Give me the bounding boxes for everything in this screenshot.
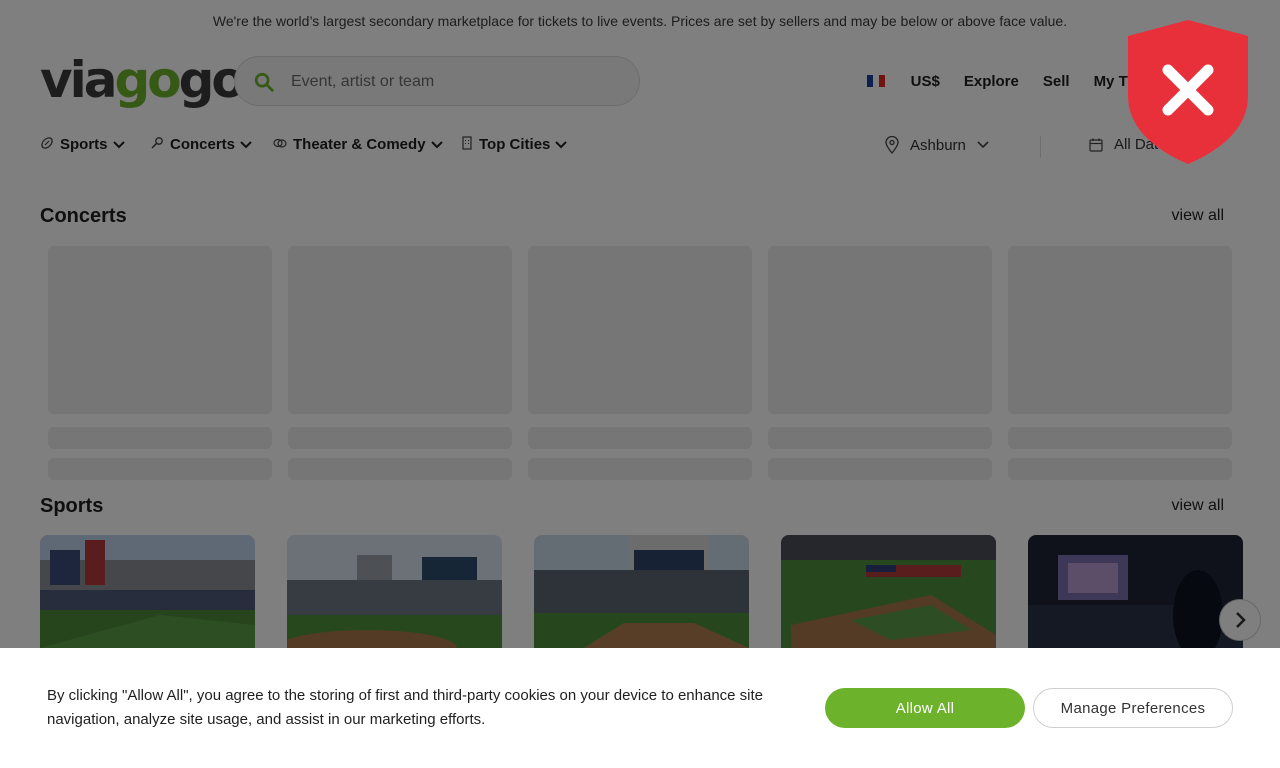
allow-all-button[interactable]: Allow All bbox=[825, 688, 1025, 728]
manage-preferences-button[interactable]: Manage Preferences bbox=[1033, 688, 1233, 728]
cookie-consent-banner: By clicking "Allow All", you agree to th… bbox=[0, 648, 1280, 768]
cookie-consent-text: By clicking "Allow All", you agree to th… bbox=[47, 687, 764, 728]
security-shield-icon bbox=[1126, 18, 1250, 166]
